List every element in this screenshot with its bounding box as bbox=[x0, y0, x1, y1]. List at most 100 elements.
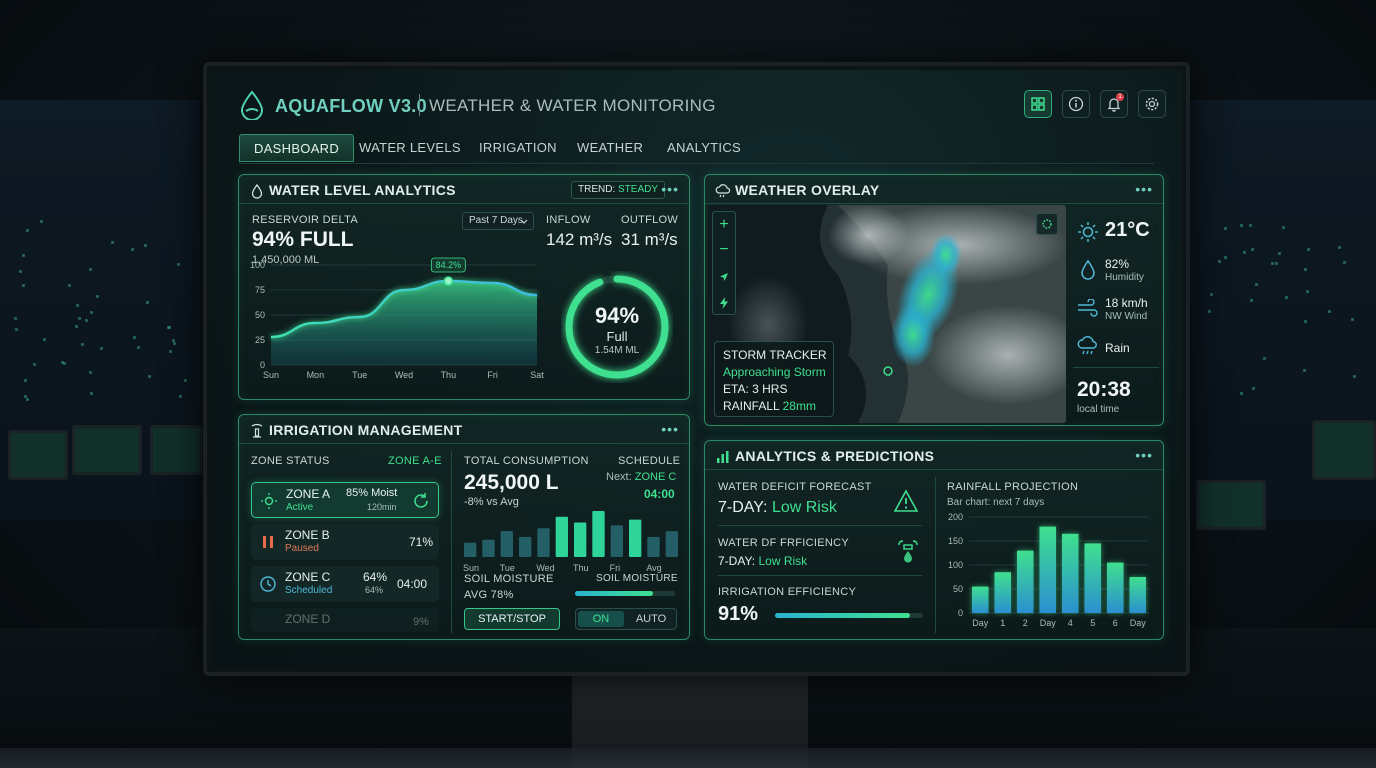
humidity-drop-icon bbox=[1081, 259, 1095, 280]
temperature: 21°C bbox=[1105, 219, 1150, 241]
city-light bbox=[167, 325, 171, 329]
zone-b-state: Paused bbox=[285, 543, 319, 554]
total-consumption-value: 245,000 L bbox=[464, 471, 559, 494]
city-light bbox=[1303, 268, 1307, 272]
y-tick-label: 50 bbox=[953, 584, 963, 594]
consumption-bar bbox=[574, 522, 587, 557]
city-light bbox=[21, 284, 25, 288]
consumption-day-label: Tue bbox=[499, 563, 515, 573]
water-panel-menu-button[interactable]: ••• bbox=[661, 181, 679, 197]
zone-a-state: Active bbox=[286, 502, 314, 513]
panel-divider bbox=[239, 443, 689, 444]
rainfall-bar bbox=[1017, 550, 1034, 613]
toggle-on[interactable]: ON bbox=[578, 611, 624, 627]
locate-button[interactable] bbox=[713, 264, 735, 290]
x-tick-label: 6 bbox=[1113, 618, 1118, 628]
water-level-title: WATER LEVEL ANALYTICS bbox=[269, 182, 456, 198]
city-light bbox=[77, 317, 81, 321]
soil-moisture-avg: AVG 78% bbox=[464, 589, 514, 601]
schedule-label: SCHEDULE bbox=[618, 455, 681, 467]
weather-map[interactable]: + − STORM TRACKER Approaching Storm ETA:… bbox=[708, 205, 1066, 423]
tab-dashboard[interactable]: DASHBOARD bbox=[239, 134, 355, 162]
info-button[interactable] bbox=[1062, 90, 1090, 118]
lightning-icon bbox=[720, 297, 728, 309]
consumption-bar bbox=[500, 531, 513, 557]
weather-panel: WEATHER OVERLAY ••• + − STORM TRACKER Ap… bbox=[704, 174, 1164, 426]
map-settings-button[interactable] bbox=[1036, 213, 1058, 235]
grid-icon bbox=[1031, 97, 1045, 111]
zone-a-time: 120min bbox=[367, 502, 397, 512]
zone-c-time: 04:00 bbox=[397, 577, 428, 591]
city-light bbox=[1307, 247, 1310, 251]
deficit-prefix: 7-DAY: bbox=[718, 499, 768, 516]
city-light bbox=[179, 394, 183, 398]
y-tick-label: 75 bbox=[255, 285, 265, 295]
x-tick-label: Sun bbox=[263, 370, 279, 380]
city-light bbox=[137, 345, 141, 349]
settings-button[interactable] bbox=[1138, 90, 1166, 118]
zone-d-value: 9% bbox=[413, 616, 429, 628]
outflow-value: 31 m³/s bbox=[621, 230, 678, 249]
y-tick-label: 100 bbox=[948, 560, 963, 570]
trend-value: STEADY bbox=[618, 184, 659, 195]
clock-icon bbox=[260, 576, 276, 592]
city-light bbox=[173, 342, 177, 346]
tab-water-levels[interactable]: WATER LEVELS bbox=[345, 134, 475, 162]
y-tick-label: 100 bbox=[250, 260, 265, 270]
irrigation-panel: IRRIGATION MANAGEMENT ••• ZONE STATUS ZO… bbox=[238, 414, 690, 640]
tab-weather[interactable]: WEATHER bbox=[563, 134, 657, 162]
zone-row-b[interactable]: ZONE B Paused 71% bbox=[251, 524, 439, 560]
zoom-out-button[interactable]: − bbox=[713, 238, 735, 264]
consumption-day-label: Thu bbox=[573, 563, 589, 573]
consumption-day-label: Avg bbox=[646, 563, 662, 573]
x-tick-label: 5 bbox=[1090, 618, 1095, 628]
irrigation-efficiency-value: 91% bbox=[718, 603, 759, 625]
lightning-layer-button[interactable] bbox=[713, 290, 735, 316]
humidity-value: 82% bbox=[1105, 257, 1130, 271]
dashboard-screen: AQUAFLOW V3.0 WEATHER & WATER MONITORING bbox=[211, 70, 1182, 668]
rainfall-bar bbox=[1039, 526, 1056, 613]
schedule-zone: ZONE C bbox=[634, 471, 677, 483]
range-select[interactable]: Past 7 Days bbox=[462, 212, 534, 230]
local-time-label: local time bbox=[1077, 404, 1120, 415]
navigation-arrow-icon bbox=[720, 273, 728, 281]
x-tick-label: Mon bbox=[307, 370, 325, 380]
zone-status-label: ZONE STATUS bbox=[251, 455, 330, 467]
panel-divider bbox=[705, 203, 1163, 204]
toggle-auto[interactable]: AUTO bbox=[628, 611, 674, 627]
outflow-label: OUTFLOW bbox=[621, 214, 679, 226]
notifications-button[interactable]: 1 bbox=[1100, 90, 1128, 118]
city-light bbox=[22, 253, 26, 257]
zone-row-a[interactable]: ZONE A Active 85% Moist 120min bbox=[251, 482, 439, 518]
city-light bbox=[1248, 223, 1252, 227]
info-icon bbox=[1068, 96, 1084, 112]
mode-toggle[interactable]: ON AUTO bbox=[575, 608, 677, 630]
city-light bbox=[32, 362, 36, 366]
sun-active-icon bbox=[261, 493, 277, 509]
weather-panel-menu-button[interactable]: ••• bbox=[1135, 181, 1153, 197]
tab-irrigation[interactable]: IRRIGATION bbox=[465, 134, 571, 162]
city-light bbox=[147, 374, 151, 378]
city-light bbox=[1223, 226, 1227, 230]
grid-view-button[interactable] bbox=[1024, 90, 1052, 118]
refresh-icon[interactable] bbox=[412, 492, 430, 510]
soil-moisture-label-secondary: SOIL MOISTURE bbox=[596, 573, 678, 584]
city-light bbox=[1352, 374, 1356, 378]
local-time: 20:38 bbox=[1077, 378, 1131, 401]
monitor-frame: AQUAFLOW V3.0 WEATHER & WATER MONITORING bbox=[203, 62, 1190, 676]
start-stop-button[interactable]: START/STOP bbox=[464, 608, 560, 630]
total-consumption-label: TOTAL CONSUMPTION bbox=[464, 455, 589, 467]
city-light bbox=[1251, 247, 1255, 251]
tab-analytics[interactable]: ANALYTICS bbox=[653, 134, 755, 162]
zone-row-c[interactable]: ZONE C Scheduled 64% 64% 04:00 bbox=[251, 566, 439, 602]
app-header: AQUAFLOW V3.0 WEATHER & WATER MONITORING bbox=[237, 88, 1166, 124]
rainfall-bar bbox=[972, 586, 989, 613]
consumption-bar bbox=[519, 536, 532, 557]
city-light bbox=[168, 349, 172, 353]
zone-row-d[interactable]: ZONE D 9% bbox=[251, 608, 439, 632]
irrigation-panel-menu-button[interactable]: ••• bbox=[661, 421, 679, 437]
schedule-next-label: Next: bbox=[606, 471, 632, 483]
analytics-panel-menu-button[interactable]: ••• bbox=[1135, 447, 1153, 463]
zoom-in-button[interactable]: + bbox=[713, 212, 735, 238]
storm-rainfall: RAINFALL 28mm bbox=[723, 399, 816, 413]
